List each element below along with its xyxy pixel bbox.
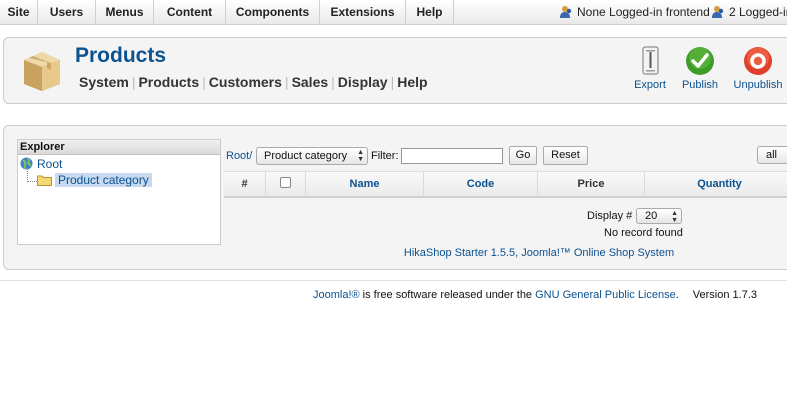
- products-box-icon: [24, 52, 60, 91]
- menu-extensions[interactable]: Extensions: [320, 0, 406, 25]
- menu-help[interactable]: Help: [406, 0, 454, 25]
- submenu-customers[interactable]: Customers: [209, 74, 282, 90]
- explorer-title: Explorer: [18, 140, 220, 155]
- unpublish-label: Unpublish: [733, 79, 783, 91]
- header-panel: Products System | Products | Customers | Sales…: [3, 37, 787, 104]
- submenu-separator: |: [331, 74, 335, 90]
- tree-root-label: Root: [37, 157, 63, 171]
- column-code[interactable]: Code: [424, 172, 538, 197]
- page-title: Products: [75, 44, 167, 67]
- footer-divider: [0, 280, 787, 281]
- filter-input[interactable]: [401, 148, 503, 164]
- publish-label: Publish: [681, 79, 719, 91]
- submenu-sales[interactable]: Sales: [292, 74, 329, 90]
- menu-site[interactable]: Site: [0, 0, 38, 25]
- status-backend-text: 2 Logged-in: [729, 5, 787, 19]
- main-panel: Explorer Root Product category Root/ Pro…: [3, 125, 787, 270]
- category-select[interactable]: Product category ▲ ▼: [256, 147, 368, 165]
- publish-icon: [686, 47, 714, 75]
- products-table-header: # Name Code Price Quantity: [224, 171, 787, 198]
- license-link[interactable]: GNU General Public License: [535, 289, 676, 301]
- status-backend: 2 Logged-in: [711, 0, 787, 25]
- footer-dot: .: [675, 289, 679, 301]
- tree-node-root[interactable]: Root: [20, 157, 62, 171]
- column-name[interactable]: Name: [306, 172, 424, 197]
- category-select-value: Product category: [264, 150, 348, 162]
- submenu-separator: |: [390, 74, 395, 90]
- export-label: Export: [634, 79, 666, 91]
- select-arrows-icon: ▲ ▼: [671, 210, 678, 224]
- menu-content[interactable]: Content: [154, 0, 226, 25]
- filter-label: Filter:: [371, 150, 399, 162]
- submenu-separator: |: [284, 74, 289, 90]
- submenu-products[interactable]: Products: [138, 74, 199, 90]
- column-number: #: [224, 172, 266, 197]
- unpublish-button[interactable]: Unpublish: [730, 46, 786, 91]
- top-menu-bar: Site Users Menus Content Components Exte…: [0, 0, 787, 25]
- publish-button[interactable]: Publish: [672, 46, 728, 91]
- tree-connector: [27, 171, 37, 182]
- tree-node-product-category[interactable]: Product category: [37, 173, 152, 187]
- folder-icon: [37, 175, 52, 186]
- hikashop-link[interactable]: HikaShop Starter 1.5.5, Joomla!™ Online …: [404, 247, 674, 259]
- hikashop-footer: HikaShop Starter 1.5.5, Joomla!™ Online …: [4, 247, 787, 259]
- tree-child-label: Product category: [55, 173, 152, 187]
- column-price: Price: [538, 172, 645, 197]
- sub-navigation: System | Products | Customers | Sales | Display |…: [79, 74, 428, 90]
- submenu-display[interactable]: Display: [338, 74, 388, 90]
- publish-state-select[interactable]: all: [757, 146, 787, 164]
- export-button[interactable]: Export: [622, 46, 678, 91]
- export-icon: [642, 46, 659, 75]
- submenu-separator: |: [202, 74, 206, 90]
- state-select-value: all: [766, 149, 778, 161]
- empty-message: No record found: [604, 227, 683, 239]
- version-text: Version 1.7.3: [692, 289, 758, 301]
- submenu-separator: |: [131, 74, 136, 90]
- column-quantity[interactable]: Quantity: [645, 172, 787, 197]
- user-icon: [712, 6, 724, 18]
- check-all-checkbox[interactable]: [280, 177, 291, 188]
- joomla-link[interactable]: Joomla!®: [313, 289, 360, 301]
- go-button[interactable]: Go: [509, 146, 537, 165]
- column-check-all: [266, 172, 306, 197]
- page-footer: Joomla!® is free software released under…: [313, 289, 757, 301]
- menu-components[interactable]: Components: [226, 0, 320, 25]
- select-arrows-icon: ▲ ▼: [357, 149, 364, 163]
- unpublish-icon: [744, 47, 772, 75]
- display-count-label: Display #: [587, 210, 633, 222]
- display-limit-select[interactable]: 20 ▲ ▼: [636, 208, 682, 224]
- reset-button[interactable]: Reset: [543, 146, 588, 165]
- category-explorer: Explorer Root Product category: [17, 139, 221, 245]
- status-frontend-text: None Logged-in frontend: [577, 5, 710, 19]
- submenu-system[interactable]: System: [79, 74, 129, 90]
- globe-icon: [20, 157, 33, 170]
- limit-select-value: 20: [645, 210, 658, 222]
- submenu-help[interactable]: Help: [397, 74, 427, 90]
- user-icon: [560, 6, 572, 18]
- menu-menus[interactable]: Menus: [96, 0, 154, 25]
- menu-users[interactable]: Users: [38, 0, 96, 25]
- status-frontend: None Logged-in frontend: [559, 0, 710, 25]
- breadcrumb-root-link[interactable]: Root/: [226, 150, 252, 162]
- footer-text: is free software released under the: [359, 289, 536, 301]
